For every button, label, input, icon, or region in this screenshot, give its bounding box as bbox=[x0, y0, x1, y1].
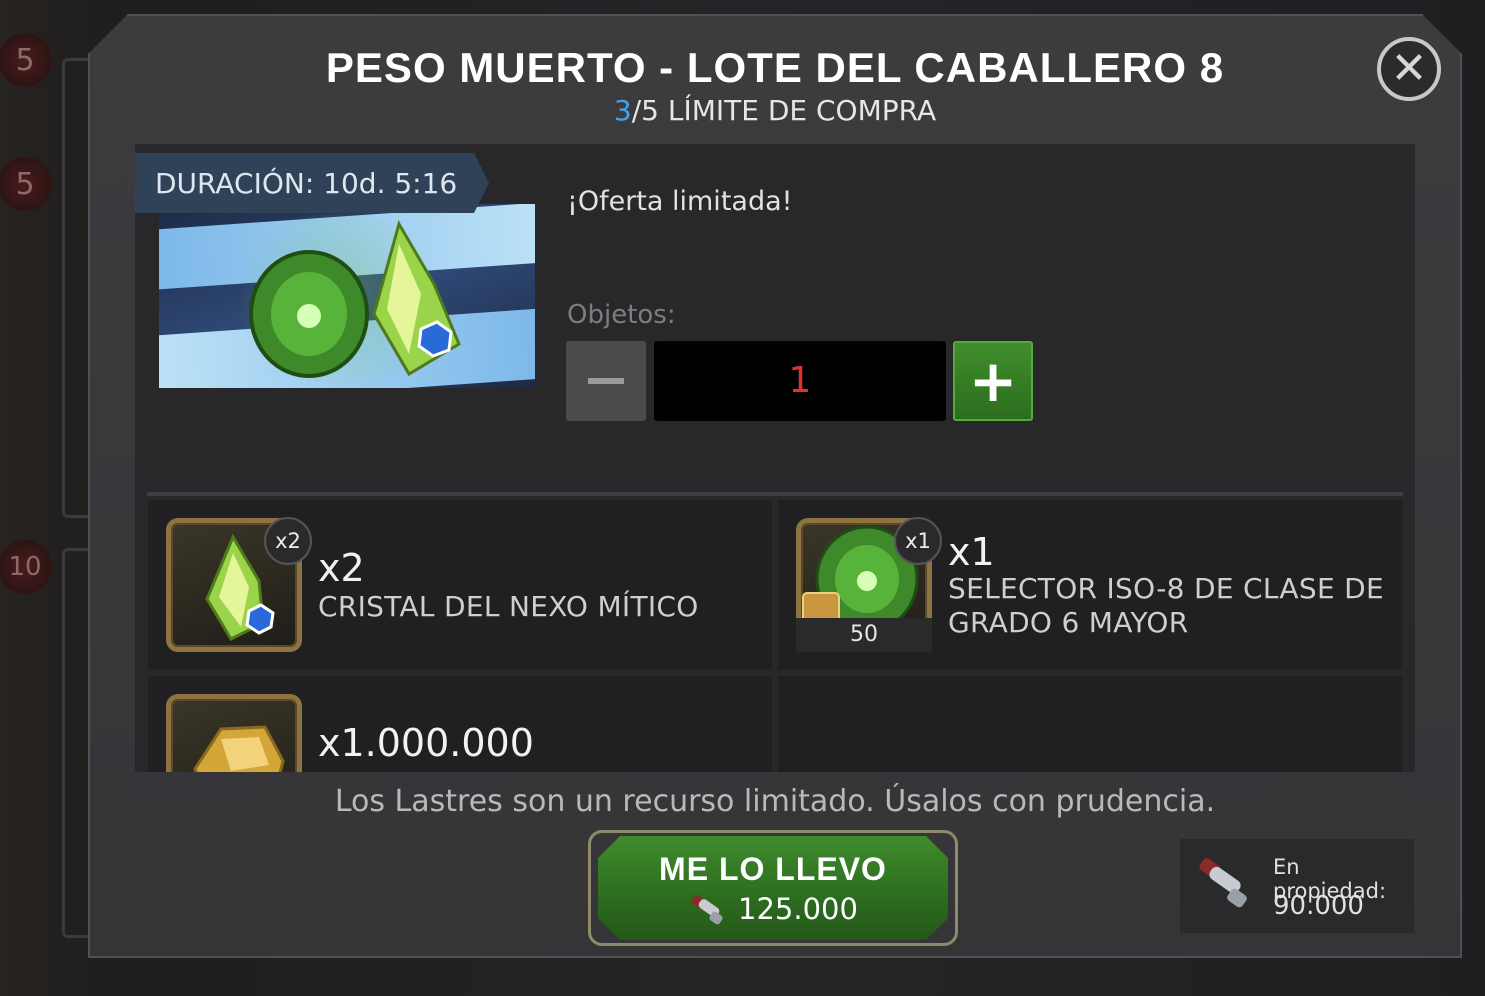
offer-modal: PESO MUERTO - LOTE DEL CABALLERO 8 3/5 L… bbox=[88, 14, 1462, 958]
duration-timer: DURACIÓN: 10d. 5:16 bbox=[135, 153, 489, 213]
reward-item: 50 x1 x1 SELECTOR ISO-8 DE CLASE DE GRAD… bbox=[778, 500, 1402, 670]
reward-item: x2 x2 CRISTAL DEL NEXO MÍTICO bbox=[148, 500, 772, 670]
minus-icon bbox=[588, 378, 624, 384]
item-count: x2 bbox=[318, 546, 365, 590]
buy-button-label: ME LO LLEVO bbox=[659, 850, 887, 887]
decrease-quantity-button[interactable] bbox=[566, 341, 646, 421]
offer-headline: ¡Oferta limitada! bbox=[567, 186, 793, 217]
quantity-field[interactable]: 1 bbox=[654, 341, 946, 421]
background-rail bbox=[62, 548, 90, 938]
gold-icon bbox=[166, 694, 302, 772]
item-quantity-badge: x1 bbox=[894, 517, 942, 565]
owned-panel: En propiedad: 90.000 bbox=[1180, 839, 1414, 933]
deadweight-currency-icon bbox=[691, 894, 723, 924]
background-rail bbox=[62, 58, 90, 518]
item-name-line-2: GRADO 6 MAYOR bbox=[948, 606, 1189, 639]
section-divider bbox=[147, 492, 1403, 496]
objects-label: Objetos: bbox=[567, 300, 676, 330]
item-count: x1 bbox=[948, 530, 995, 574]
increase-quantity-button[interactable]: + bbox=[953, 341, 1033, 421]
close-icon: ✕ bbox=[1390, 43, 1428, 94]
offer-content: DURACIÓN: 10d. 5:16 ¡Oferta limitada! Ob… bbox=[135, 144, 1415, 772]
deadweight-currency-icon bbox=[1199, 858, 1247, 908]
buy-price: 125.000 bbox=[738, 891, 858, 926]
item-count: x1.000.000 bbox=[318, 721, 534, 765]
purchase-limit-text: /5 LÍMITE DE COMPRA bbox=[631, 94, 937, 127]
owned-value: 90.000 bbox=[1273, 891, 1364, 921]
background-badge: 10 bbox=[0, 540, 52, 594]
plus-icon: + bbox=[968, 347, 1018, 415]
warning-text: Los Lastres son un recurso limitado. Úsa… bbox=[334, 784, 1216, 819]
buy-button[interactable]: ME LO LLEVO 125.000 bbox=[598, 836, 948, 940]
buy-price-row: 125.000 bbox=[688, 892, 858, 926]
reward-item: x1.000.000 bbox=[148, 676, 772, 772]
close-button[interactable]: ✕ bbox=[1377, 37, 1441, 101]
offer-banner-image bbox=[159, 204, 535, 388]
modal-title: PESO MUERTO - LOTE DEL CABALLERO 8 bbox=[325, 44, 1225, 91]
purchase-limit-current: 3 bbox=[613, 94, 632, 127]
purchase-limit: 3/5 LÍMITE DE COMPRA bbox=[88, 94, 1462, 127]
item-quantity-badge: x2 bbox=[264, 517, 312, 565]
item-sub-value: 50 bbox=[796, 618, 932, 652]
item-name-line-1: SELECTOR ISO-8 DE CLASE DE bbox=[948, 572, 1384, 605]
item-name: CRISTAL DEL NEXO MÍTICO bbox=[318, 590, 699, 623]
background-badge: 5 bbox=[0, 157, 52, 211]
banner-art bbox=[249, 220, 461, 378]
background-badge: 5 bbox=[0, 33, 52, 87]
empty-reward-slot bbox=[778, 676, 1402, 772]
